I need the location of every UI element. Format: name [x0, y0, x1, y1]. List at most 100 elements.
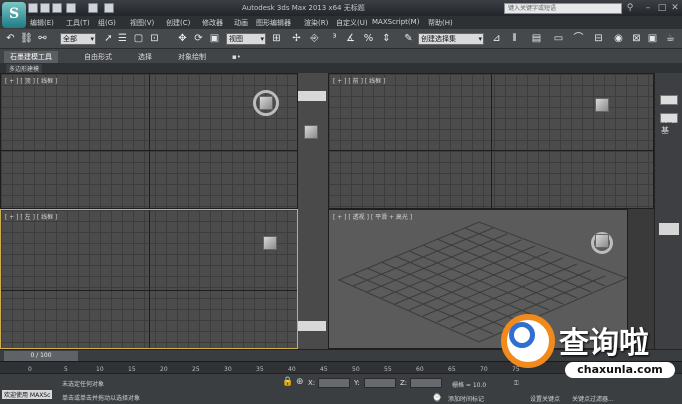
graphite-toggle-icon[interactable]: ▭	[552, 33, 565, 45]
ruler-number: 65	[448, 366, 456, 373]
y-coord-field[interactable]	[364, 378, 396, 388]
snap-toggle-icon[interactable]: ³	[328, 33, 341, 45]
polygon-modeling-label[interactable]: 多边形建模	[6, 64, 43, 73]
menu-tools[interactable]: 工具(T)	[66, 18, 90, 28]
rendered-frame-icon[interactable]: ▣	[646, 33, 659, 45]
scale-icon[interactable]: ▣	[208, 33, 221, 45]
select-link-icon[interactable]: ⛓	[20, 33, 33, 45]
standard-primitives-button[interactable]: 标准基	[660, 113, 678, 135]
material-editor-icon[interactable]: ◉	[612, 33, 625, 45]
edit-named-selection-icon[interactable]: ✎	[402, 33, 415, 45]
tab-ribbon-options[interactable]: ▪•	[226, 51, 247, 63]
align-icon[interactable]: ⫴	[508, 33, 521, 45]
set-key-button[interactable]: 设置关键点	[530, 394, 560, 403]
curve-editor-icon[interactable]: ⌒	[572, 33, 585, 45]
viewport-label[interactable]: [ + ] [ 透视 ] [ 平滑 + 高光 ]	[333, 212, 412, 221]
strip-dropdown[interactable]	[298, 321, 326, 331]
y-coord-label: Y:	[354, 379, 360, 387]
transform-mode-icon[interactable]: ⊕	[296, 377, 304, 387]
open-file-icon[interactable]	[40, 3, 50, 13]
create-tab-button[interactable]	[660, 95, 678, 105]
keyboard-shortcut-icon[interactable]: ⎆	[308, 33, 321, 45]
ruler-number: 45	[320, 366, 328, 373]
z-coord-field[interactable]	[410, 378, 442, 388]
maxscript-listener[interactable]: 欢迎使用 MAXSc	[2, 390, 53, 399]
percent-snap-icon[interactable]: %	[362, 33, 375, 45]
tab-object-paint[interactable]: 对象绘制	[172, 51, 212, 63]
viewport-left[interactable]: [ + ] [ 左 ] [ 线框 ]	[0, 209, 298, 349]
rotate-icon[interactable]: ⟳	[192, 33, 205, 45]
mirror-icon[interactable]: ⊿	[490, 33, 503, 45]
spinner-snap-icon[interactable]: ⇕	[380, 33, 393, 45]
menu-group[interactable]: 组(G)	[98, 18, 116, 28]
menu-animation[interactable]: 动画	[234, 18, 248, 28]
menu-create[interactable]: 创建(C)	[166, 18, 190, 28]
ruler-number: 0	[28, 366, 32, 373]
minimize-icon[interactable]: –	[642, 2, 654, 14]
viewcube-icon[interactable]	[595, 234, 609, 248]
viewport-top[interactable]: [ + ] [ 顶 ] [ 线框 ]	[0, 73, 298, 209]
search-input[interactable]: 键入关键字或短语	[504, 3, 622, 14]
viewport-label[interactable]: [ + ] [ 前 ] [ 线框 ]	[333, 76, 385, 85]
menu-view[interactable]: 视图(V)	[130, 18, 154, 28]
tab-graphite-modeling[interactable]: 石墨建模工具	[4, 51, 58, 63]
viewcube-icon[interactable]	[595, 98, 609, 112]
selection-filter-dropdown[interactable]: 全部	[60, 33, 96, 45]
menu-bar: 编辑(E) 工具(T) 组(G) 视图(V) 创建(C) 修改器 动画 图形编辑…	[26, 16, 682, 29]
pivot-center-icon[interactable]: ⊞	[270, 33, 283, 45]
menu-rendering[interactable]: 渲染(R)	[304, 18, 328, 28]
rect-selection-icon[interactable]: ▢	[132, 33, 145, 45]
maximize-icon[interactable]: □	[656, 2, 668, 14]
move-icon[interactable]: ✥	[176, 33, 189, 45]
selection-status: 未选定任何对象	[62, 381, 105, 388]
menu-graph-editors[interactable]: 图形编辑器	[256, 18, 291, 28]
render-setup-icon[interactable]: ⊠	[630, 33, 643, 45]
menu-edit[interactable]: 编辑(E)	[30, 18, 54, 28]
named-selection-dropdown[interactable]: 创建选择集	[418, 33, 484, 45]
key-filters-button[interactable]: 关键点过滤器...	[572, 394, 614, 403]
undo-icon[interactable]	[66, 3, 76, 13]
select-manipulate-icon[interactable]: ✢	[290, 33, 303, 45]
menu-maxscript[interactable]: MAXScript(M)	[372, 18, 419, 26]
z-coord-label: Z:	[400, 379, 408, 387]
menu-customize[interactable]: 自定义(U)	[336, 18, 368, 28]
angle-snap-icon[interactable]: ∡	[344, 33, 357, 45]
app-logo-icon[interactable]: S	[2, 2, 26, 28]
viewcube-icon[interactable]	[304, 125, 318, 139]
render-production-icon[interactable]: ☕	[664, 33, 677, 45]
ruler-number: 30	[224, 366, 232, 373]
schematic-view-icon[interactable]: ⊟	[592, 33, 605, 45]
lock-selection-icon[interactable]: 🔒	[282, 377, 293, 387]
viewcube-icon[interactable]	[263, 236, 277, 250]
close-icon[interactable]: ✕	[669, 2, 681, 14]
reference-coord-dropdown[interactable]: 视图	[226, 33, 266, 45]
viewport-label[interactable]: [ + ] [ 左 ] [ 线框 ]	[5, 212, 57, 221]
search-icon[interactable]: ⚲	[624, 2, 636, 14]
tab-selection[interactable]: 选择	[132, 51, 158, 63]
select-object-icon[interactable]: ➚	[102, 33, 115, 45]
x-coord-field[interactable]	[318, 378, 350, 388]
time-slider[interactable]: 0 / 100	[4, 351, 78, 361]
add-time-tag[interactable]: 添加时间标记	[448, 394, 484, 403]
window-crossing-icon[interactable]: ⊡	[148, 33, 161, 45]
menu-modifiers[interactable]: 修改器	[202, 18, 223, 28]
ruler-number: 70	[480, 366, 488, 373]
scroll-thumb[interactable]	[298, 91, 326, 101]
save-file-icon[interactable]	[52, 3, 62, 13]
new-file-icon[interactable]	[28, 3, 38, 13]
menu-help[interactable]: 帮助(H)	[428, 18, 453, 28]
viewport-label[interactable]: [ + ] [ 顶 ] [ 线框 ]	[5, 76, 57, 85]
redo-icon[interactable]	[88, 3, 98, 13]
undo-toolbar-icon[interactable]: ↶	[4, 33, 17, 45]
viewport-front[interactable]: [ + ] [ 前 ] [ 线框 ]	[328, 73, 654, 209]
select-by-name-icon[interactable]: ☰	[116, 33, 129, 45]
layer-manager-icon[interactable]: ▤	[530, 33, 543, 45]
unlink-icon[interactable]: ⚯	[36, 33, 49, 45]
ruler-number: 35	[256, 366, 264, 373]
time-tag-icon[interactable]: ⌚	[432, 393, 442, 402]
tab-freeform[interactable]: 自由形式	[78, 51, 118, 63]
project-folder-icon[interactable]	[104, 3, 114, 13]
viewcube-icon[interactable]	[259, 96, 273, 110]
command-panel-field[interactable]	[659, 223, 679, 235]
watermark-brand: 查询啦	[559, 326, 649, 361]
